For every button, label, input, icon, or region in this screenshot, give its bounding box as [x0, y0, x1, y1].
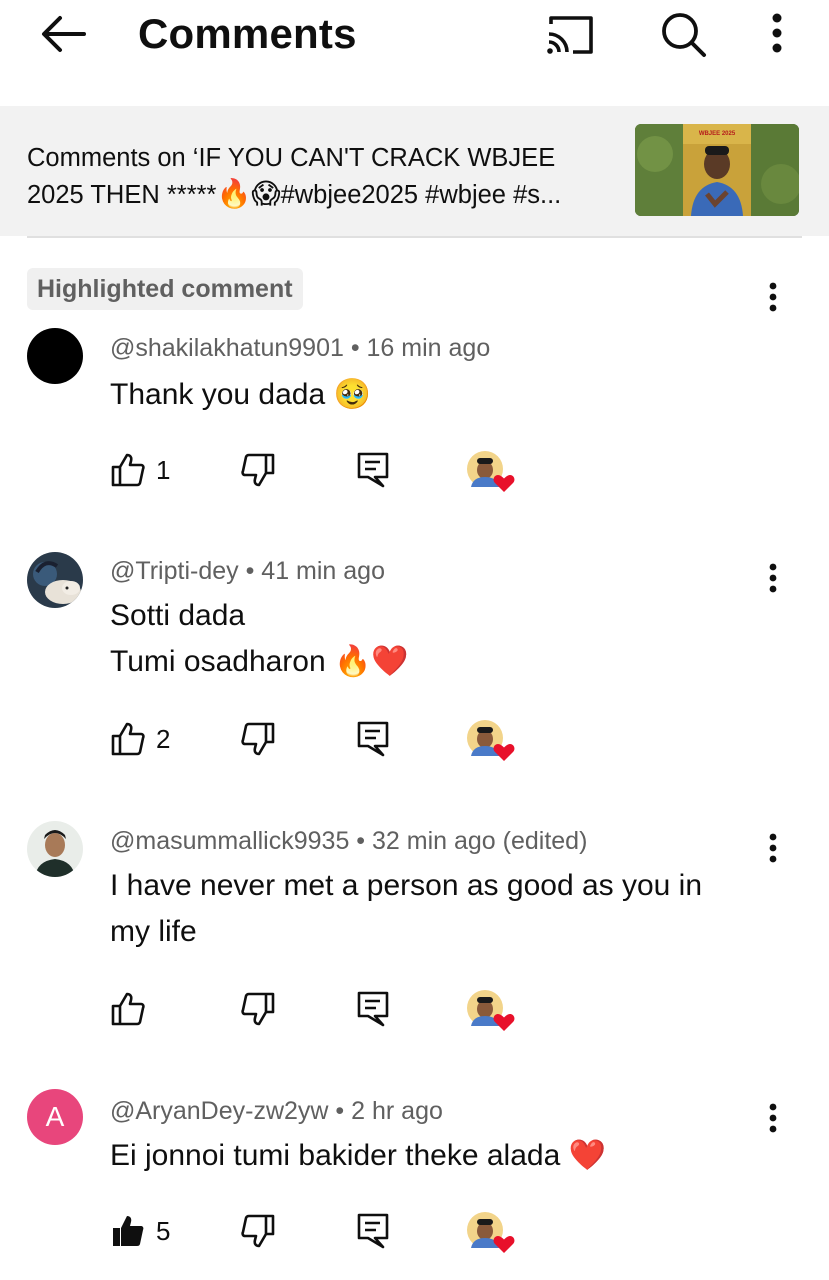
- comment-actions: [0, 981, 829, 1037]
- like-button[interactable]: 2: [110, 711, 170, 767]
- video-title-line-1: Comments on ‘IF YOU CAN'T CRACK WBJEE: [27, 144, 556, 172]
- search-icon: [662, 13, 706, 57]
- thumbs-down-icon: [241, 722, 275, 756]
- avatar[interactable]: [27, 552, 83, 608]
- reply-icon: [357, 1213, 389, 1249]
- reply-button[interactable]: [356, 1203, 390, 1259]
- thumbs-up-filled-icon: [113, 1216, 144, 1246]
- thumbs-up-icon: [111, 992, 145, 1026]
- reply-button[interactable]: [356, 711, 390, 767]
- more-vertical-icon: [772, 13, 782, 53]
- back-button[interactable]: [36, 12, 92, 56]
- comment-text: Ei jonnoi tumi bakider theke alada ❤️: [110, 1133, 770, 1179]
- cast-icon: [547, 16, 593, 54]
- avatar[interactable]: [27, 821, 83, 877]
- creator-heart-icon: [467, 990, 515, 1031]
- creator-heart-icon: [467, 451, 515, 492]
- page-title: Comments: [138, 10, 357, 57]
- video-thumbnail[interactable]: WBJEE 2025: [635, 124, 799, 216]
- comment-text: Sotti dada Tumi osadharon 🔥❤️: [110, 593, 770, 685]
- comment-line: my life: [110, 915, 197, 948]
- more-vertical-icon: [769, 282, 777, 312]
- search-button[interactable]: [658, 10, 708, 58]
- like-count: 1: [156, 454, 171, 485]
- creator-heart-icon: [467, 1212, 515, 1253]
- comment-meta: @masummallick9935 • 32 min ago (edited): [110, 827, 588, 855]
- divider: [27, 236, 802, 238]
- comment-text: I have never met a person as good as you…: [110, 863, 770, 955]
- comment-actions: 5: [0, 1203, 829, 1259]
- thumbs-down-icon: [241, 1214, 275, 1248]
- arrow-left-icon: [42, 16, 86, 52]
- comment-text: Thank you dada 🥹: [110, 372, 770, 418]
- reply-icon: [357, 721, 389, 757]
- dislike-button[interactable]: [240, 442, 276, 498]
- svg-text:WBJEE 2025: WBJEE 2025: [699, 131, 736, 137]
- creator-heart: [465, 719, 515, 763]
- creator-heart-icon: [467, 720, 515, 761]
- video-title: Comments on ‘IF YOU CAN'T CRACK WBJEE 20…: [27, 140, 617, 213]
- comment-meta: @Tripti-dey • 41 min ago: [110, 557, 385, 585]
- dislike-button[interactable]: [240, 711, 276, 767]
- video-title-text: 2025 THEN *****: [27, 181, 217, 209]
- comment-time: 16 min ago: [366, 334, 491, 362]
- thumbs-down-icon: [241, 992, 275, 1026]
- highlighted-comment-badge: Highlighted comment: [27, 268, 303, 310]
- reply-icon: [357, 452, 389, 488]
- creator-heart: [465, 1211, 515, 1255]
- comment-time: 32 min ago (edited): [372, 827, 588, 855]
- comment-line: Ei jonnoi tumi bakider theke alada ❤️: [110, 1139, 606, 1172]
- video-context-bar[interactable]: Comments on ‘IF YOU CAN'T CRACK WBJEE 20…: [0, 106, 829, 236]
- comment-author[interactable]: @masummallick9935: [110, 827, 349, 855]
- thumbs-up-icon: [111, 453, 145, 487]
- comment-meta: @shakilakhatun9901 • 16 min ago: [110, 334, 491, 362]
- comment-actions: 1: [0, 442, 829, 498]
- like-button[interactable]: 5: [110, 1203, 170, 1259]
- comment-time: 2 hr ago: [351, 1097, 443, 1125]
- more-options-button[interactable]: [760, 10, 794, 58]
- cast-button[interactable]: [545, 10, 595, 58]
- reply-icon: [357, 991, 389, 1027]
- avatar[interactable]: A: [27, 1089, 83, 1145]
- comment-meta: @AryanDey-zw2yw • 2 hr ago: [110, 1097, 443, 1125]
- comment-line: Thank you dada 🥹: [110, 378, 371, 411]
- reply-button[interactable]: [356, 981, 390, 1037]
- like-button[interactable]: 1: [110, 442, 170, 498]
- video-hashtags: #wbjee2025 #wbjee #s...: [280, 181, 562, 209]
- comment-author[interactable]: @shakilakhatun9901: [110, 334, 344, 362]
- avatar[interactable]: [27, 328, 83, 384]
- top-app-bar: Comments: [0, 0, 829, 96]
- comment-actions: 2: [0, 711, 829, 767]
- like-count: 2: [156, 723, 171, 754]
- comment-line: Tumi osadharon 🔥❤️: [110, 645, 409, 678]
- comment-line: Sotti dada: [110, 599, 246, 632]
- like-count: 5: [156, 1215, 171, 1246]
- creator-heart: [465, 989, 515, 1033]
- comment-author[interactable]: @AryanDey-zw2yw: [110, 1097, 328, 1125]
- comment-more-button[interactable]: [758, 278, 788, 318]
- thumbs-up-icon: [111, 722, 145, 756]
- dislike-button[interactable]: [240, 981, 276, 1037]
- fire-emoji: 🔥: [216, 178, 252, 209]
- reply-button[interactable]: [356, 442, 390, 498]
- comment-line: I have never met a person as good as you…: [110, 869, 703, 902]
- video-title-line-2: 2025 THEN *****🔥😱#wbjee2025 #wbjee #s...: [27, 176, 617, 213]
- scream-emoji: 😱: [251, 178, 281, 209]
- thumbs-down-icon: [241, 453, 275, 487]
- dislike-button[interactable]: [240, 1203, 276, 1259]
- comment-author[interactable]: @Tripti-dey: [110, 557, 239, 585]
- creator-heart: [465, 450, 515, 494]
- comment-time: 41 min ago: [261, 557, 385, 585]
- like-button[interactable]: [110, 981, 156, 1037]
